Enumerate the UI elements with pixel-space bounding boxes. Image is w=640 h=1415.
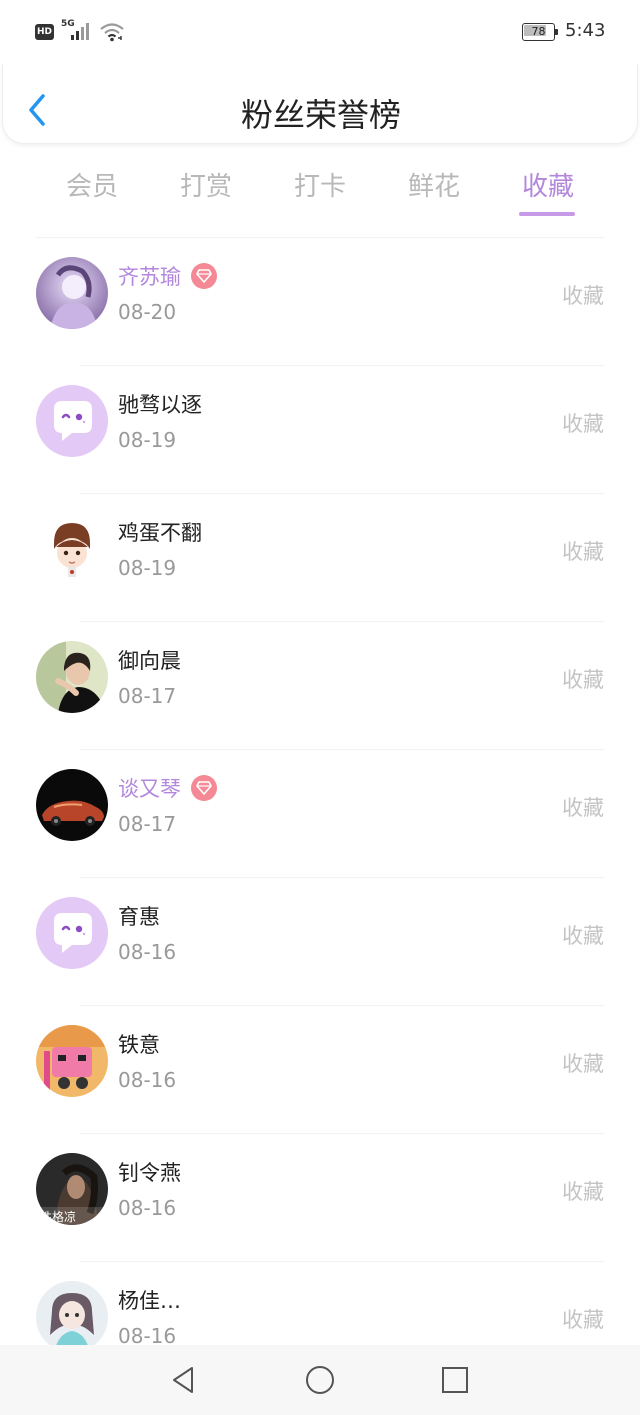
action-label: 收藏 [562, 284, 604, 308]
tab-flowers[interactable]: 鲜花 [389, 166, 479, 203]
page-title: 粉丝荣誉榜 [240, 96, 401, 134]
list-item[interactable]: 驰骛以逐 08-19 收藏 [0, 366, 640, 494]
action-label: 收藏 [562, 412, 604, 436]
fan-name: 谈又琴 [118, 777, 181, 801]
avatar[interactable] [36, 1025, 108, 1097]
triangle-back-icon[interactable] [163, 1362, 203, 1398]
wifi-icon [100, 23, 124, 42]
fan-name: 御向晨 [118, 649, 181, 673]
status-bar: HD 5G 78 5:43 [0, 0, 640, 64]
tab-checkin[interactable]: 打卡 [275, 166, 365, 203]
list-item[interactable]: 齐苏瑜 08-20 收藏 [0, 238, 640, 366]
default-avatar-icon[interactable] [36, 385, 108, 457]
page-header: 粉丝荣誉榜 [2, 64, 638, 144]
list-item[interactable]: 铁意 08-16 收藏 [0, 1006, 640, 1134]
list-item[interactable]: 御向晨 08-17 收藏 [0, 622, 640, 750]
fan-date: 08-16 [118, 940, 177, 964]
fan-date: 08-19 [118, 556, 177, 580]
vip-gem-icon [191, 775, 217, 801]
system-nav-bar [0, 1345, 640, 1415]
list-item[interactable]: 谈又琴 08-17 收藏 [0, 750, 640, 878]
fan-name: 齐苏瑜 [118, 265, 181, 289]
square-recents-icon[interactable] [435, 1362, 475, 1398]
avatar[interactable] [36, 1281, 108, 1353]
circle-home-icon[interactable] [300, 1362, 340, 1398]
fan-name: 育惠 [118, 905, 160, 929]
fan-date: 08-16 [118, 1196, 177, 1220]
avatar[interactable] [36, 257, 108, 329]
avatar[interactable] [36, 769, 108, 841]
avatar[interactable] [36, 641, 108, 713]
action-label: 收藏 [562, 1052, 604, 1076]
avatar[interactable]: 性格凉 [36, 1153, 108, 1225]
battery-icon: 78 [522, 23, 558, 41]
avatar-caption: 性格凉 [40, 1209, 76, 1224]
tab-tips[interactable]: 打赏 [161, 166, 251, 203]
active-tab-indicator [519, 212, 575, 216]
action-label: 收藏 [562, 796, 604, 820]
fan-name: 杨佳… [118, 1289, 181, 1313]
tab-bar: 会员 打赏 打卡 鲜花 收藏 [0, 160, 640, 220]
tab-favorites[interactable]: 收藏 [503, 166, 593, 203]
fan-date: 08-17 [118, 812, 177, 836]
list-item[interactable]: 鸡蛋不翻 08-19 收藏 [0, 494, 640, 622]
action-label: 收藏 [562, 540, 604, 564]
fan-name: 驰骛以逐 [118, 393, 202, 417]
fan-date: 08-20 [118, 300, 177, 324]
fan-name: 钊令燕 [118, 1161, 181, 1185]
list-item[interactable]: 育惠 08-16 收藏 [0, 878, 640, 1006]
action-label: 收藏 [562, 1308, 604, 1332]
action-label: 收藏 [562, 668, 604, 692]
hd-icon: HD [35, 24, 54, 40]
vip-gem-icon [191, 263, 217, 289]
fan-name: 鸡蛋不翻 [118, 521, 202, 545]
clock: 5:43 [565, 20, 606, 41]
action-label: 收藏 [562, 924, 604, 948]
fan-date: 08-16 [118, 1068, 177, 1092]
fan-date: 08-17 [118, 684, 177, 708]
fan-date: 08-19 [118, 428, 177, 452]
avatar[interactable] [36, 513, 108, 585]
fan-name: 铁意 [118, 1033, 160, 1057]
default-avatar-icon[interactable] [36, 897, 108, 969]
action-label: 收藏 [562, 1180, 604, 1204]
signal-icon [71, 23, 89, 40]
list-item[interactable]: 性格凉 钊令燕 08-16 收藏 [0, 1134, 640, 1262]
battery-level: 78 [531, 25, 546, 38]
tab-membership[interactable]: 会员 [47, 166, 137, 203]
